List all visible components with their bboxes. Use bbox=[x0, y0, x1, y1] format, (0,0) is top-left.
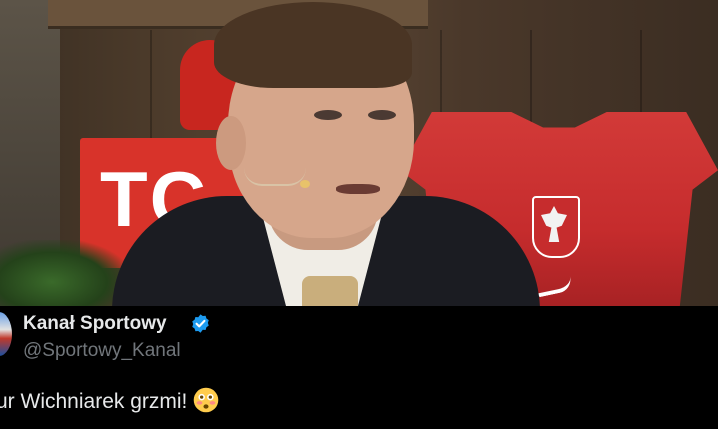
tweet-media-photo[interactable]: TC bbox=[0, 0, 718, 306]
flushed-face-emoji-icon bbox=[194, 387, 219, 413]
person-eye bbox=[314, 110, 342, 120]
tweet-text: ur Wichniarek grzmi! bbox=[0, 387, 219, 416]
verified-badge-icon bbox=[192, 314, 209, 333]
person-tie bbox=[302, 276, 358, 306]
microphone-tip bbox=[300, 180, 310, 188]
author-display-name[interactable]: Kanał Sportowy bbox=[23, 312, 167, 336]
person-hair bbox=[214, 2, 412, 88]
person-mouth bbox=[336, 184, 380, 194]
person-eye bbox=[368, 110, 396, 120]
headset-microphone bbox=[244, 168, 306, 186]
tweet-text-content: ur Wichniarek grzmi! bbox=[0, 390, 188, 413]
author-handle[interactable]: @Sportowy_Kanal bbox=[23, 339, 181, 363]
background-plant bbox=[0, 240, 130, 306]
person-ear bbox=[216, 116, 246, 170]
